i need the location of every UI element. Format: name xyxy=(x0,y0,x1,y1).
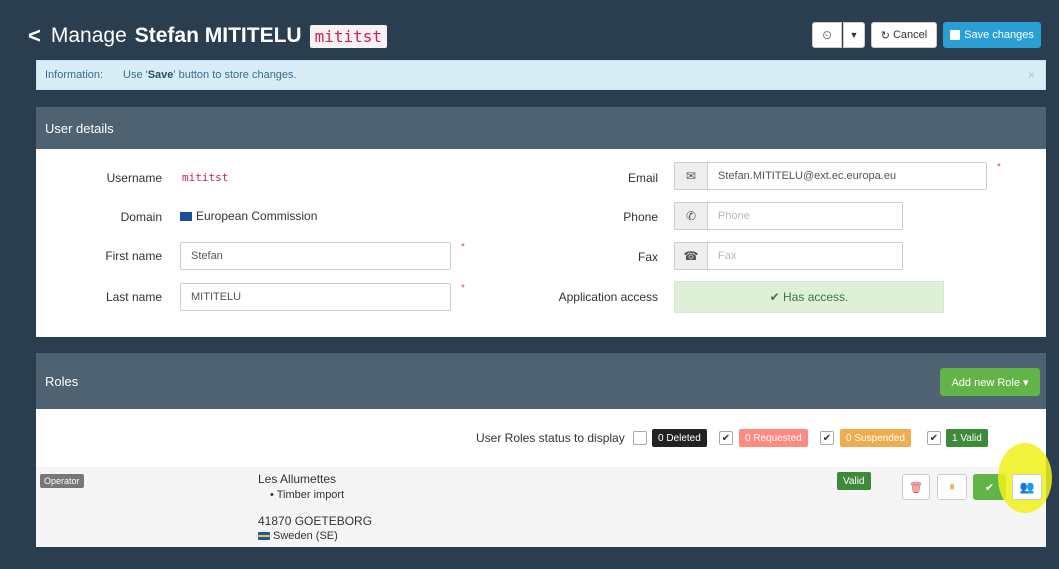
application-access-label: Application access xyxy=(558,290,658,304)
pause-icon: ⏸ xyxy=(949,480,955,493)
add-new-role-button[interactable]: Add new Role ▾ xyxy=(940,368,1040,396)
filter-suspended-badge: 0 Suspended xyxy=(840,429,911,447)
role-address: 41870 GOETEBORG xyxy=(258,514,373,528)
refresh-icon: ↻ xyxy=(880,29,890,42)
email-required-mark: * xyxy=(997,162,1001,173)
page-title: < Manage Stefan MITITELU mititst xyxy=(28,20,388,52)
save-changes-button[interactable]: Save changes xyxy=(943,22,1041,48)
title-user-name: Stefan MITITELU xyxy=(134,24,302,47)
filter-requested-badge: 0 Requested xyxy=(739,429,808,447)
history-icon: ⏲ xyxy=(822,27,832,42)
envelope-icon: ✉ xyxy=(674,162,707,190)
fax-label: Fax xyxy=(637,250,658,264)
check-icon: ✔ xyxy=(984,481,995,494)
role-company: Les Allumettes xyxy=(258,472,337,486)
filter-deleted-badge: 0 Deleted xyxy=(652,429,707,447)
title-username-code: mititst xyxy=(309,24,388,48)
fax-input[interactable]: Fax xyxy=(707,242,903,270)
filter-suspended-checkbox[interactable]: ✔ xyxy=(820,431,834,445)
role-activity: • Timber import xyxy=(270,489,345,501)
info-text: Use 'Save' button to store changes. xyxy=(123,69,297,81)
users-icon: 👥 xyxy=(1019,480,1035,494)
save-icon xyxy=(950,30,961,40)
status-filter-label: User Roles status to display xyxy=(476,431,625,445)
phone-input[interactable]: Phone xyxy=(707,202,903,230)
role-type-badge: Operator xyxy=(40,474,84,488)
trash-icon: 🗑 xyxy=(909,481,923,494)
application-access-status: ✔ Has access. xyxy=(674,281,944,313)
email-input[interactable]: Stefan.MITITELU@ext.ec.europa.eu xyxy=(707,162,987,190)
sweden-flag-icon xyxy=(258,532,270,540)
filter-requested-checkbox[interactable]: ✔ xyxy=(719,431,733,445)
first-name-required-mark: * xyxy=(461,242,465,253)
suspend-role-button[interactable]: ⏸ xyxy=(937,474,967,500)
user-details-title: User details xyxy=(45,120,114,136)
first-name-label: First name xyxy=(105,249,162,263)
email-label: Email xyxy=(627,171,658,185)
role-status-badge: Valid xyxy=(837,472,871,490)
delete-role-button[interactable]: 🗑 xyxy=(902,474,930,500)
caret-down-icon: ▼ xyxy=(849,30,859,40)
history-button[interactable]: ⏲ xyxy=(812,22,842,48)
info-label: Information: xyxy=(45,69,104,81)
manage-users-button[interactable]: 👥 xyxy=(1012,474,1042,500)
phone-icon: ✆ xyxy=(674,202,707,230)
filter-valid-badge: 1 Valid xyxy=(946,429,988,447)
filter-valid-checkbox[interactable]: ✔ xyxy=(927,431,941,445)
domain-label: Domain xyxy=(120,210,162,224)
user-details-header: User details xyxy=(36,107,1046,149)
username-value: mititst xyxy=(182,171,229,184)
role-country: Sweden (SE) xyxy=(258,530,338,542)
user-details-body: Username mititst Domain European Commiss… xyxy=(36,149,1046,337)
filter-deleted-checkbox[interactable] xyxy=(633,431,647,445)
domain-value: European Commission xyxy=(180,209,317,223)
role-row: Operator Les Allumettes • Timber import … xyxy=(36,443,1052,547)
history-dropdown-button[interactable]: ▼ xyxy=(843,22,865,48)
fax-icon: ☎ xyxy=(674,242,707,270)
roles-title: Roles xyxy=(45,373,79,389)
cancel-button[interactable]: ↻ Cancel xyxy=(871,22,937,48)
first-name-input[interactable]: Stefan xyxy=(180,242,451,270)
last-name-required-mark: * xyxy=(461,283,465,294)
info-alert: Information: Use 'Save' button to store … xyxy=(36,60,1046,90)
last-name-label: Last name xyxy=(105,290,162,304)
roles-body: User Roles status to display 0 Deleted ✔… xyxy=(36,409,1052,547)
username-label: Username xyxy=(106,171,162,185)
back-chevron-icon[interactable]: < xyxy=(28,23,41,49)
close-icon[interactable]: × xyxy=(1028,68,1035,82)
eu-flag-icon xyxy=(180,211,192,221)
roles-header: Roles xyxy=(36,353,1046,409)
last-name-input[interactable]: MITITELU xyxy=(180,283,451,311)
phone-label: Phone xyxy=(623,210,658,224)
title-manage: Manage xyxy=(50,24,127,47)
